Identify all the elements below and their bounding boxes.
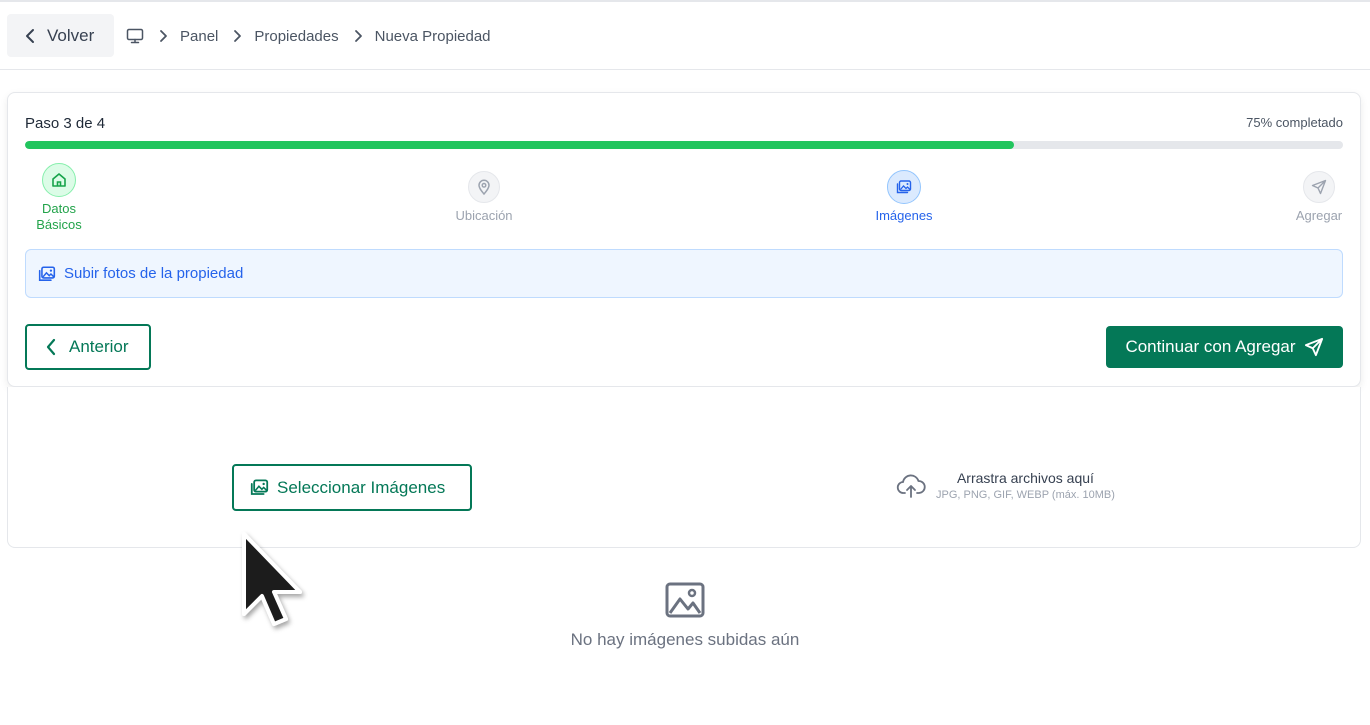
- step-label: Datos Básicos: [36, 201, 82, 233]
- step-agregar[interactable]: Agregar: [1284, 171, 1354, 224]
- select-images-label: Seleccionar Imágenes: [277, 477, 446, 497]
- step-datos-basicos[interactable]: Datos Básicos: [25, 163, 93, 233]
- drop-text: Arrastra archivos aquí JPG, PNG, GIF, WE…: [936, 470, 1115, 501]
- breadcrumb-current: Nueva Propiedad: [374, 27, 491, 45]
- map-pin-icon: [468, 171, 500, 203]
- info-text: Subir fotos de la propiedad: [64, 265, 244, 282]
- info-banner: Subir fotos de la propiedad: [25, 249, 1343, 298]
- image-icon: [38, 265, 56, 283]
- progress-text: 75% completado: [1246, 115, 1343, 130]
- previous-button-label: Anterior: [69, 337, 129, 356]
- wizard-card: Paso 3 de 4 75% completado Datos Básicos…: [7, 92, 1361, 387]
- chevron-right-icon: [232, 29, 242, 43]
- chevron-right-icon: [353, 29, 363, 43]
- empty-state: No hay imágenes subidas aún: [0, 582, 1370, 650]
- select-images-button[interactable]: Seleccionar Imágenes: [232, 464, 472, 511]
- image-icon: [250, 478, 269, 497]
- breadcrumb-panel[interactable]: Panel: [180, 28, 218, 45]
- chevron-left-icon: [23, 28, 37, 44]
- back-button-label: Volver: [47, 25, 95, 45]
- home-icon: [42, 163, 76, 197]
- previous-button[interactable]: Anterior: [25, 324, 151, 370]
- send-icon: [1304, 337, 1324, 357]
- continue-button-label: Continuar con Agregar: [1125, 337, 1296, 356]
- chevron-right-icon: [158, 29, 168, 43]
- chevron-left-icon: [45, 338, 57, 356]
- mouse-cursor-icon: [238, 530, 308, 645]
- back-button[interactable]: Volver: [7, 14, 114, 57]
- page-header: Volver Panel Propiedades Nueva Propiedad: [0, 2, 1370, 70]
- drop-title: Arrastra archivos aquí: [956, 470, 1094, 486]
- step-indicator: Paso 3 de 4: [25, 115, 106, 132]
- continue-button[interactable]: Continuar con Agregar: [1106, 326, 1343, 368]
- breadcrumb-propiedades[interactable]: Propiedades: [254, 28, 338, 45]
- step-label-line: Datos Básicos: [36, 201, 82, 232]
- send-icon: [1303, 171, 1335, 203]
- upload-dropzone[interactable]: Seleccionar Imágenes Arrastra archivos a…: [7, 387, 1361, 548]
- empty-state-text: No hay imágenes subidas aún: [570, 630, 800, 649]
- cloud-upload-icon: [896, 473, 926, 499]
- drop-hint: Arrastra archivos aquí JPG, PNG, GIF, WE…: [896, 470, 1115, 501]
- breadcrumb: Panel Propiedades Nueva Propiedad: [126, 26, 491, 46]
- step-ubicacion[interactable]: Ubicación: [444, 171, 524, 224]
- monitor-icon[interactable]: [126, 28, 144, 44]
- drop-formats: JPG, PNG, GIF, WEBP (máx. 10MB): [936, 489, 1115, 501]
- step-label: Ubicación: [455, 208, 513, 223]
- progress-bar: [25, 141, 1343, 149]
- progress-fill: [25, 141, 1014, 149]
- step-label: Imágenes: [875, 208, 933, 223]
- image-icon: [887, 170, 921, 204]
- image-placeholder-icon: [665, 582, 705, 618]
- step-label: Agregar: [1295, 208, 1343, 223]
- step-imagenes[interactable]: Imágenes: [864, 170, 944, 224]
